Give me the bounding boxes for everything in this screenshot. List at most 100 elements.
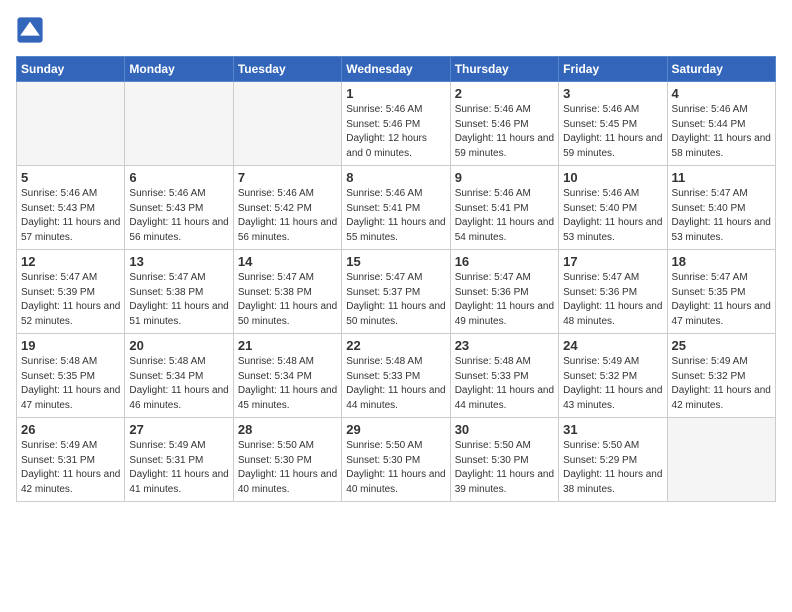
day-cell: 31 Sunrise: 5:50 AMSunset: 5:29 PMDayligh… xyxy=(559,418,667,502)
day-info: Sunrise: 5:46 AMSunset: 5:43 PMDaylight:… xyxy=(21,187,120,245)
day-cell: 19 Sunrise: 5:48 AMSunset: 5:35 PMDayligh… xyxy=(17,334,125,418)
day-cell: 6 Sunrise: 5:46 AMSunset: 5:43 PMDaylight… xyxy=(125,166,233,250)
day-cell: 1Sunrise: 5:46 AMSunset: 5:46 PMDaylight… xyxy=(342,82,450,166)
day-info: Sunrise: 5:48 AMSunset: 5:33 PMDaylight:… xyxy=(455,355,554,413)
day-info: Sunrise: 5:46 AMSunset: 5:41 PMDaylight:… xyxy=(346,187,445,245)
day-info: Sunrise: 5:48 AMSunset: 5:34 PMDaylight:… xyxy=(238,355,337,413)
day-number: 26 xyxy=(21,422,120,437)
day-number: 11 xyxy=(672,170,771,185)
day-info: Sunrise: 5:50 AMSunset: 5:30 PMDaylight:… xyxy=(455,439,554,497)
day-info: Sunrise: 5:46 AMSunset: 5:46 PMDaylight:… xyxy=(346,103,445,161)
day-number: 25 xyxy=(672,338,771,353)
day-number: 23 xyxy=(455,338,554,353)
day-info: Sunrise: 5:46 AMSunset: 5:45 PMDaylight:… xyxy=(563,103,662,161)
day-cell: 30 Sunrise: 5:50 AMSunset: 5:30 PMDayligh… xyxy=(450,418,558,502)
day-cell: 14 Sunrise: 5:47 AMSunset: 5:38 PMDayligh… xyxy=(233,250,341,334)
day-info: Sunrise: 5:47 AMSunset: 5:38 PMDaylight:… xyxy=(129,271,228,329)
day-number: 14 xyxy=(238,254,337,269)
day-cell: 17Sunrise: 5:47 AMSunset: 5:36 PMDayligh… xyxy=(559,250,667,334)
day-cell: 23 Sunrise: 5:48 AMSunset: 5:33 PMDayligh… xyxy=(450,334,558,418)
day-number: 9 xyxy=(455,170,554,185)
week-row-3: 19 Sunrise: 5:48 AMSunset: 5:35 PMDayligh… xyxy=(17,334,776,418)
day-cell: 2 Sunrise: 5:46 AMSunset: 5:46 PMDaylight… xyxy=(450,82,558,166)
day-number: 6 xyxy=(129,170,228,185)
day-info: Sunrise: 5:49 AMSunset: 5:32 PMDaylight:… xyxy=(563,355,662,413)
day-cell: 15 Sunrise: 5:47 AMSunset: 5:37 PMDayligh… xyxy=(342,250,450,334)
day-cell: 16Sunrise: 5:47 AMSunset: 5:36 PMDayligh… xyxy=(450,250,558,334)
week-row-4: 26 Sunrise: 5:49 AMSunset: 5:31 PMDayligh… xyxy=(17,418,776,502)
day-number: 10 xyxy=(563,170,662,185)
day-cell: 29Sunrise: 5:50 AMSunset: 5:30 PMDayligh… xyxy=(342,418,450,502)
day-info: Sunrise: 5:49 AMSunset: 5:31 PMDaylight:… xyxy=(21,439,120,497)
col-header-tuesday: Tuesday xyxy=(233,57,341,82)
day-cell: 4 Sunrise: 5:46 AMSunset: 5:44 PMDaylight… xyxy=(667,82,775,166)
day-number: 8 xyxy=(346,170,445,185)
day-info: Sunrise: 5:46 AMSunset: 5:43 PMDaylight:… xyxy=(129,187,228,245)
day-info: Sunrise: 5:50 AMSunset: 5:30 PMDaylight:… xyxy=(238,439,337,497)
day-info: Sunrise: 5:47 AMSunset: 5:35 PMDaylight:… xyxy=(672,271,771,329)
day-info: Sunrise: 5:47 AMSunset: 5:37 PMDaylight:… xyxy=(346,271,445,329)
day-number: 13 xyxy=(129,254,228,269)
col-header-wednesday: Wednesday xyxy=(342,57,450,82)
day-cell: 28 Sunrise: 5:50 AMSunset: 5:30 PMDayligh… xyxy=(233,418,341,502)
day-info: Sunrise: 5:50 AMSunset: 5:29 PMDaylight:… xyxy=(563,439,662,497)
day-cell: 27Sunrise: 5:49 AMSunset: 5:31 PMDayligh… xyxy=(125,418,233,502)
day-number: 15 xyxy=(346,254,445,269)
col-header-saturday: Saturday xyxy=(667,57,775,82)
day-number: 24 xyxy=(563,338,662,353)
day-cell: 21 Sunrise: 5:48 AMSunset: 5:34 PMDayligh… xyxy=(233,334,341,418)
day-number: 31 xyxy=(563,422,662,437)
day-cell: 25 Sunrise: 5:49 AMSunset: 5:32 PMDayligh… xyxy=(667,334,775,418)
day-cell: 10 Sunrise: 5:46 AMSunset: 5:40 PMDayligh… xyxy=(559,166,667,250)
day-number: 19 xyxy=(21,338,120,353)
day-number: 7 xyxy=(238,170,337,185)
col-header-thursday: Thursday xyxy=(450,57,558,82)
day-cell xyxy=(667,418,775,502)
day-cell: 18 Sunrise: 5:47 AMSunset: 5:35 PMDayligh… xyxy=(667,250,775,334)
day-info: Sunrise: 5:48 AMSunset: 5:33 PMDaylight:… xyxy=(346,355,445,413)
week-row-1: 5 Sunrise: 5:46 AMSunset: 5:43 PMDaylight… xyxy=(17,166,776,250)
logo-icon xyxy=(16,16,44,44)
week-row-0: 1Sunrise: 5:46 AMSunset: 5:46 PMDaylight… xyxy=(17,82,776,166)
day-info: Sunrise: 5:46 AMSunset: 5:46 PMDaylight:… xyxy=(455,103,554,161)
day-cell: 8 Sunrise: 5:46 AMSunset: 5:41 PMDaylight… xyxy=(342,166,450,250)
col-header-sunday: Sunday xyxy=(17,57,125,82)
day-cell: 11 Sunrise: 5:47 AMSunset: 5:40 PMDayligh… xyxy=(667,166,775,250)
day-info: Sunrise: 5:48 AMSunset: 5:34 PMDaylight:… xyxy=(129,355,228,413)
day-info: Sunrise: 5:47 AMSunset: 5:38 PMDaylight:… xyxy=(238,271,337,329)
day-number: 3 xyxy=(563,86,662,101)
day-cell: 5 Sunrise: 5:46 AMSunset: 5:43 PMDaylight… xyxy=(17,166,125,250)
day-cell: 7 Sunrise: 5:46 AMSunset: 5:42 PMDaylight… xyxy=(233,166,341,250)
day-number: 12 xyxy=(21,254,120,269)
day-info: Sunrise: 5:48 AMSunset: 5:35 PMDaylight:… xyxy=(21,355,120,413)
day-cell xyxy=(233,82,341,166)
day-info: Sunrise: 5:46 AMSunset: 5:44 PMDaylight:… xyxy=(672,103,771,161)
day-cell: 24 Sunrise: 5:49 AMSunset: 5:32 PMDayligh… xyxy=(559,334,667,418)
col-header-friday: Friday xyxy=(559,57,667,82)
day-number: 18 xyxy=(672,254,771,269)
week-row-2: 12Sunrise: 5:47 AMSunset: 5:39 PMDayligh… xyxy=(17,250,776,334)
day-number: 28 xyxy=(238,422,337,437)
day-info: Sunrise: 5:46 AMSunset: 5:42 PMDaylight:… xyxy=(238,187,337,245)
col-header-monday: Monday xyxy=(125,57,233,82)
calendar-table: SundayMondayTuesdayWednesdayThursdayFrid… xyxy=(16,56,776,502)
day-cell: 9Sunrise: 5:46 AMSunset: 5:41 PMDaylight… xyxy=(450,166,558,250)
day-cell: 20Sunrise: 5:48 AMSunset: 5:34 PMDayligh… xyxy=(125,334,233,418)
day-number: 21 xyxy=(238,338,337,353)
day-number: 4 xyxy=(672,86,771,101)
logo xyxy=(16,16,48,44)
day-cell xyxy=(125,82,233,166)
day-number: 5 xyxy=(21,170,120,185)
page-header xyxy=(16,16,776,44)
day-info: Sunrise: 5:47 AMSunset: 5:40 PMDaylight:… xyxy=(672,187,771,245)
day-cell: 22Sunrise: 5:48 AMSunset: 5:33 PMDayligh… xyxy=(342,334,450,418)
day-cell: 12Sunrise: 5:47 AMSunset: 5:39 PMDayligh… xyxy=(17,250,125,334)
day-info: Sunrise: 5:47 AMSunset: 5:36 PMDaylight:… xyxy=(563,271,662,329)
day-number: 30 xyxy=(455,422,554,437)
day-info: Sunrise: 5:49 AMSunset: 5:32 PMDaylight:… xyxy=(672,355,771,413)
header-row: SundayMondayTuesdayWednesdayThursdayFrid… xyxy=(17,57,776,82)
day-number: 2 xyxy=(455,86,554,101)
day-cell: 13 Sunrise: 5:47 AMSunset: 5:38 PMDayligh… xyxy=(125,250,233,334)
day-info: Sunrise: 5:46 AMSunset: 5:40 PMDaylight:… xyxy=(563,187,662,245)
day-info: Sunrise: 5:50 AMSunset: 5:30 PMDaylight:… xyxy=(346,439,445,497)
